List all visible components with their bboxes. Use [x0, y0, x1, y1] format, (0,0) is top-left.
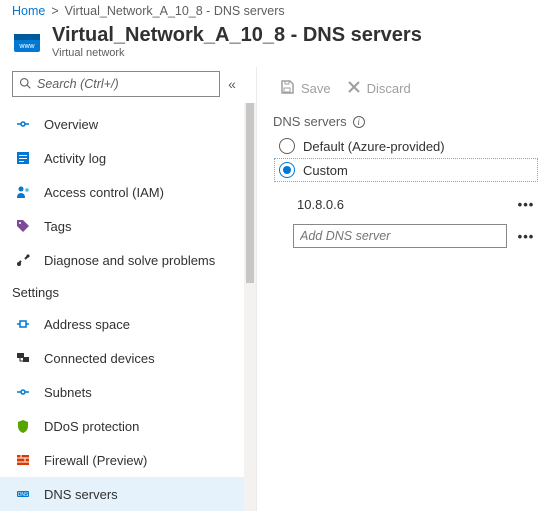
access-control-icon: [14, 183, 32, 201]
sidebar-heading-settings: Settings: [0, 277, 244, 307]
page-header: www Virtual_Network_A_10_8 - DNS servers…: [0, 20, 551, 67]
section-title-text: DNS servers: [273, 114, 347, 129]
radio-label: Custom: [303, 163, 348, 178]
discard-label: Discard: [367, 81, 411, 96]
sidebar-item-label: DNS servers: [44, 487, 118, 502]
sidebar-item-diagnose[interactable]: Diagnose and solve problems: [0, 243, 244, 277]
content-pane: Save Discard DNS servers i Default (Azur…: [257, 67, 551, 511]
subnets-icon: [14, 383, 32, 401]
sidebar-heading-label: Settings: [12, 285, 59, 300]
sidebar-item-tags[interactable]: Tags: [0, 209, 244, 243]
sidebar-scrollbar[interactable]: [244, 103, 256, 511]
info-icon[interactable]: i: [353, 116, 365, 128]
row-menu-icon[interactable]: •••: [515, 197, 537, 212]
add-dns-input[interactable]: [293, 224, 507, 248]
sidebar-item-label: Activity log: [44, 151, 106, 166]
save-button[interactable]: Save: [273, 75, 337, 102]
sidebar-item-label: DDoS protection: [44, 419, 139, 434]
sidebar-item-label: Access control (IAM): [44, 185, 164, 200]
dns-entry-value: 10.8.0.6: [293, 195, 507, 214]
section-title: DNS servers i: [273, 114, 537, 129]
svg-text:DNS: DNS: [18, 492, 29, 498]
radio-selected-icon: [279, 162, 295, 178]
sidebar: Search (Ctrl+/) « Overview Activity log …: [0, 67, 256, 511]
sidebar-item-activity[interactable]: Activity log: [0, 141, 244, 175]
dns-icon: DNS: [14, 485, 32, 503]
devices-icon: [14, 349, 32, 367]
address-space-icon: [14, 315, 32, 333]
radio-group: Default (Azure-provided) Custom: [275, 135, 537, 181]
discard-icon: [347, 80, 361, 97]
breadcrumb-separator: >: [51, 4, 58, 18]
discard-button[interactable]: Discard: [341, 76, 417, 101]
sidebar-menu: Overview Activity log Access control (IA…: [0, 103, 244, 511]
search-icon: [19, 77, 31, 92]
sidebar-item-subnets[interactable]: Subnets: [0, 375, 244, 409]
collapse-icon[interactable]: «: [220, 76, 244, 92]
toolbar: Save Discard: [273, 75, 537, 102]
sidebar-item-firewall[interactable]: Firewall (Preview): [0, 443, 244, 477]
activity-log-icon: [14, 149, 32, 167]
sidebar-item-dns[interactable]: DNS DNS servers: [0, 477, 244, 511]
save-label: Save: [301, 81, 331, 96]
row-menu-icon[interactable]: •••: [515, 229, 537, 244]
search-input[interactable]: Search (Ctrl+/): [12, 71, 220, 97]
radio-default[interactable]: Default (Azure-provided): [275, 135, 537, 157]
dns-list: 10.8.0.6 ••• •••: [293, 195, 537, 248]
sidebar-item-address[interactable]: Address space: [0, 307, 244, 341]
firewall-icon: [14, 451, 32, 469]
search-placeholder: Search (Ctrl+/): [37, 77, 119, 91]
sidebar-item-ddos[interactable]: DDoS protection: [0, 409, 244, 443]
sidebar-item-label: Firewall (Preview): [44, 453, 147, 468]
sidebar-item-overview[interactable]: Overview: [0, 107, 244, 141]
page-subtitle: Virtual network: [52, 47, 422, 59]
svg-text:www: www: [18, 43, 35, 50]
sidebar-item-label: Overview: [44, 117, 98, 132]
radio-custom[interactable]: Custom: [275, 159, 537, 181]
sidebar-item-access[interactable]: Access control (IAM): [0, 175, 244, 209]
sidebar-item-label: Address space: [44, 317, 130, 332]
diagnose-icon: [14, 251, 32, 269]
tags-icon: [14, 217, 32, 235]
ddos-icon: [14, 417, 32, 435]
dns-add-row: •••: [293, 224, 537, 248]
overview-icon: [14, 115, 32, 133]
vnet-icon: www: [12, 28, 42, 58]
sidebar-item-label: Connected devices: [44, 351, 155, 366]
breadcrumb: Home > Virtual_Network_A_10_8 - DNS serv…: [0, 0, 551, 20]
page-title: Virtual_Network_A_10_8 - DNS servers: [52, 24, 422, 47]
sidebar-item-label: Tags: [44, 219, 71, 234]
sidebar-item-devices[interactable]: Connected devices: [0, 341, 244, 375]
breadcrumb-home[interactable]: Home: [12, 4, 45, 18]
save-icon: [279, 79, 295, 98]
sidebar-item-label: Subnets: [44, 385, 92, 400]
sidebar-item-label: Diagnose and solve problems: [44, 253, 215, 268]
radio-circle-icon: [279, 138, 295, 154]
dns-entry-row: 10.8.0.6 •••: [293, 195, 537, 214]
breadcrumb-current: Virtual_Network_A_10_8 - DNS servers: [65, 4, 285, 18]
radio-label: Default (Azure-provided): [303, 139, 445, 154]
